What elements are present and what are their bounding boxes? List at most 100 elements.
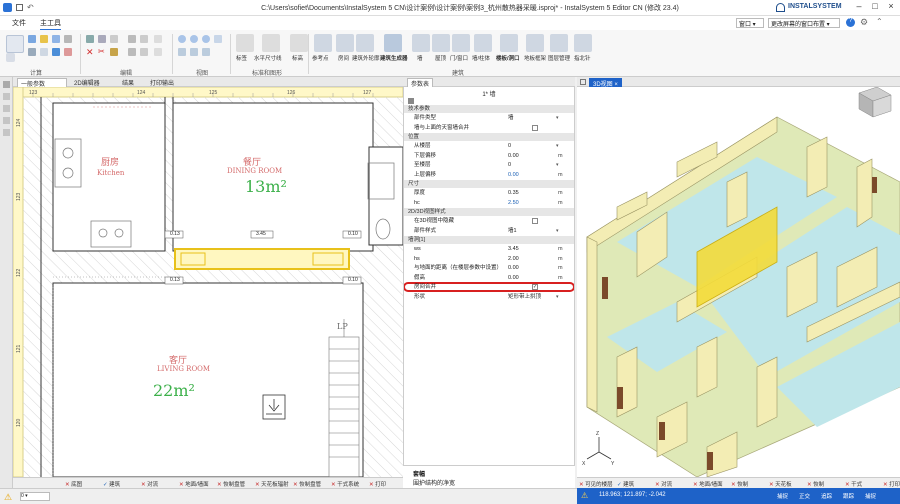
north-arrow-button[interactable] — [574, 34, 592, 52]
room-button[interactable] — [336, 34, 354, 52]
outline-button[interactable] — [356, 34, 374, 52]
ribbon-icon-4[interactable] — [64, 35, 72, 43]
props-toolbar-icon[interactable] — [408, 98, 414, 104]
prop-value[interactable]: 0.35 — [508, 189, 556, 197]
prop-checkbox[interactable] — [532, 124, 538, 131]
mirror-icon[interactable] — [140, 35, 148, 43]
prop-category[interactable]: 位置 — [404, 133, 574, 141]
elevation-button[interactable] — [290, 34, 308, 52]
window-dropdown[interactable]: 窗口 ▾ — [736, 18, 764, 28]
ribbon-icon-7[interactable] — [52, 48, 60, 56]
status-toggle[interactable]: 追踪 — [821, 492, 832, 500]
view-icon-1[interactable] — [178, 48, 186, 56]
array-icon[interactable] — [140, 48, 148, 56]
layer-toggle[interactable]: ✕ 打印 — [369, 480, 386, 488]
calc-list-button[interactable] — [6, 53, 15, 62]
prop-value[interactable]: 2.50 — [508, 199, 556, 207]
layer-toggle[interactable]: ✕ 底图 — [65, 480, 82, 488]
layer-toggle[interactable]: ✕ 恢制 — [807, 480, 824, 488]
prop-value[interactable]: 0.00 — [508, 171, 556, 179]
status-toggle[interactable]: 跟踪 — [843, 492, 854, 500]
zoom-out-icon[interactable] — [190, 35, 198, 43]
tool-icon-3[interactable] — [3, 117, 10, 124]
prop-row[interactable]: 部件样式 墙1 ▾ — [404, 227, 574, 235]
prop-row[interactable]: hc 2.50 m — [404, 199, 574, 207]
layout-dropdown[interactable]: 更改屏幕的窗口布置 ▾ — [768, 18, 840, 28]
view3d-pin-icon[interactable] — [580, 79, 586, 85]
ribbon-icon-8[interactable] — [64, 48, 72, 56]
prop-row[interactable]: 房间合并 ✓ — [404, 282, 574, 292]
prop-row[interactable]: 在3D视图中隐藏 — [404, 217, 574, 225]
tool-icon-1[interactable] — [3, 93, 10, 100]
column-button[interactable] — [474, 34, 492, 52]
ribbon-icon-3[interactable] — [52, 35, 60, 43]
layer-toggle[interactable]: ✕ 干式系统 — [331, 480, 359, 488]
layer-toggle[interactable]: ✕ 干式 — [845, 480, 862, 488]
warning-icon[interactable]: ⚠ — [4, 492, 12, 503]
tab-2d-editor[interactable]: 2D编辑器 — [71, 78, 103, 87]
close-button[interactable]: × — [884, 1, 898, 14]
wall-button[interactable] — [412, 34, 430, 52]
view-icon-2[interactable] — [190, 48, 198, 56]
layer-toggle[interactable]: ✕ 天花板 — [769, 480, 792, 488]
tab-params[interactable]: 参数表 — [407, 78, 434, 88]
door-window-button[interactable] — [452, 34, 470, 52]
status-toggle[interactable]: 捕捉 — [865, 492, 876, 500]
prop-row[interactable]: 下层偏移 0.00 m — [404, 152, 574, 160]
prop-row[interactable]: 上层偏移 0.00 m — [404, 171, 574, 179]
edit-icon[interactable] — [110, 35, 118, 43]
tag-button[interactable] — [236, 34, 254, 52]
layer-toggle[interactable]: ✕ 恢制盘管 — [293, 480, 321, 488]
zoom-all-icon[interactable] — [202, 35, 210, 43]
layer-toggle[interactable]: ✕ 可见的楼层 — [579, 480, 613, 488]
ungroup-icon[interactable] — [154, 48, 162, 56]
prop-row[interactable]: 部件类型 墙 ▾ — [404, 114, 574, 122]
prop-checkbox[interactable]: ✓ — [532, 284, 538, 290]
prop-category[interactable]: 尺寸 — [404, 180, 574, 188]
chevron-down-icon[interactable]: ▾ — [556, 293, 559, 301]
dimension-button[interactable] — [262, 34, 280, 52]
prop-row[interactable]: 厚度 0.35 m — [404, 189, 574, 197]
tab-print[interactable]: 打印输出 — [147, 78, 177, 87]
prop-category[interactable]: 2D/3D视图样式 — [404, 208, 574, 216]
view-icon-3[interactable] — [202, 48, 210, 56]
layer-toggle[interactable]: ✕ 恢制盘管 — [217, 480, 245, 488]
chevron-down-icon[interactable]: ▾ — [556, 227, 559, 235]
prop-value[interactable]: 墙 — [508, 114, 556, 122]
status-toggle[interactable]: 正交 — [799, 492, 810, 500]
zoom-in-icon[interactable] — [178, 35, 186, 43]
tool-icon-2[interactable] — [3, 105, 10, 112]
settings-icon[interactable]: ⚙ — [860, 17, 868, 28]
pan-icon[interactable] — [214, 35, 222, 43]
prop-row[interactable]: 从楼层 0 ▾ — [404, 142, 574, 150]
prop-value[interactable]: 0 — [508, 161, 556, 169]
layer-toggle[interactable]: ✕ 打印 — [883, 480, 900, 488]
paste-icon[interactable] — [98, 35, 106, 43]
tab-general-params[interactable]: 一般参数 — [17, 78, 67, 88]
move-icon[interactable] — [110, 48, 118, 56]
prop-value[interactable]: 2.00 — [508, 255, 556, 263]
prop-row[interactable]: 形状 矩形带上拱顶 ▾ — [404, 293, 574, 301]
maximize-button[interactable]: □ — [868, 1, 882, 14]
menu-file[interactable]: 文件 — [12, 18, 26, 28]
prop-value[interactable]: 0.00 — [508, 264, 556, 272]
prop-value[interactable]: 矩形带上拱顶 — [508, 293, 556, 301]
pin-icon[interactable] — [3, 81, 10, 88]
prop-value[interactable]: 0.00 — [508, 152, 556, 160]
slab-button[interactable] — [500, 34, 518, 52]
floor-plan-canvas[interactable]: 123 124 125 126 127 124 123 122 121 120 — [13, 87, 403, 477]
layer-toggle[interactable]: ✕ 对流 — [141, 480, 158, 488]
prop-value[interactable]: 墙1 — [508, 227, 556, 235]
prop-row[interactable]: 至楼层 0 ▾ — [404, 161, 574, 169]
prop-value[interactable]: 3.45 — [508, 245, 556, 253]
ribbon-icon-1[interactable] — [28, 35, 36, 43]
ribbon-icon-5[interactable] — [28, 48, 36, 56]
chevron-down-icon[interactable]: ▾ — [556, 114, 559, 122]
layer-button[interactable] — [550, 34, 568, 52]
rotate-icon[interactable] — [128, 48, 136, 56]
quick-save-icon[interactable] — [16, 4, 23, 11]
layer-toggle[interactable]: ✕ 天花板辐射 — [255, 480, 289, 488]
collapse-ribbon-icon[interactable]: ⌃ — [876, 17, 883, 26]
prop-category[interactable]: 技术参数 — [404, 105, 574, 113]
layer-toggle[interactable]: ✕ 地面/墙面 — [179, 480, 209, 488]
